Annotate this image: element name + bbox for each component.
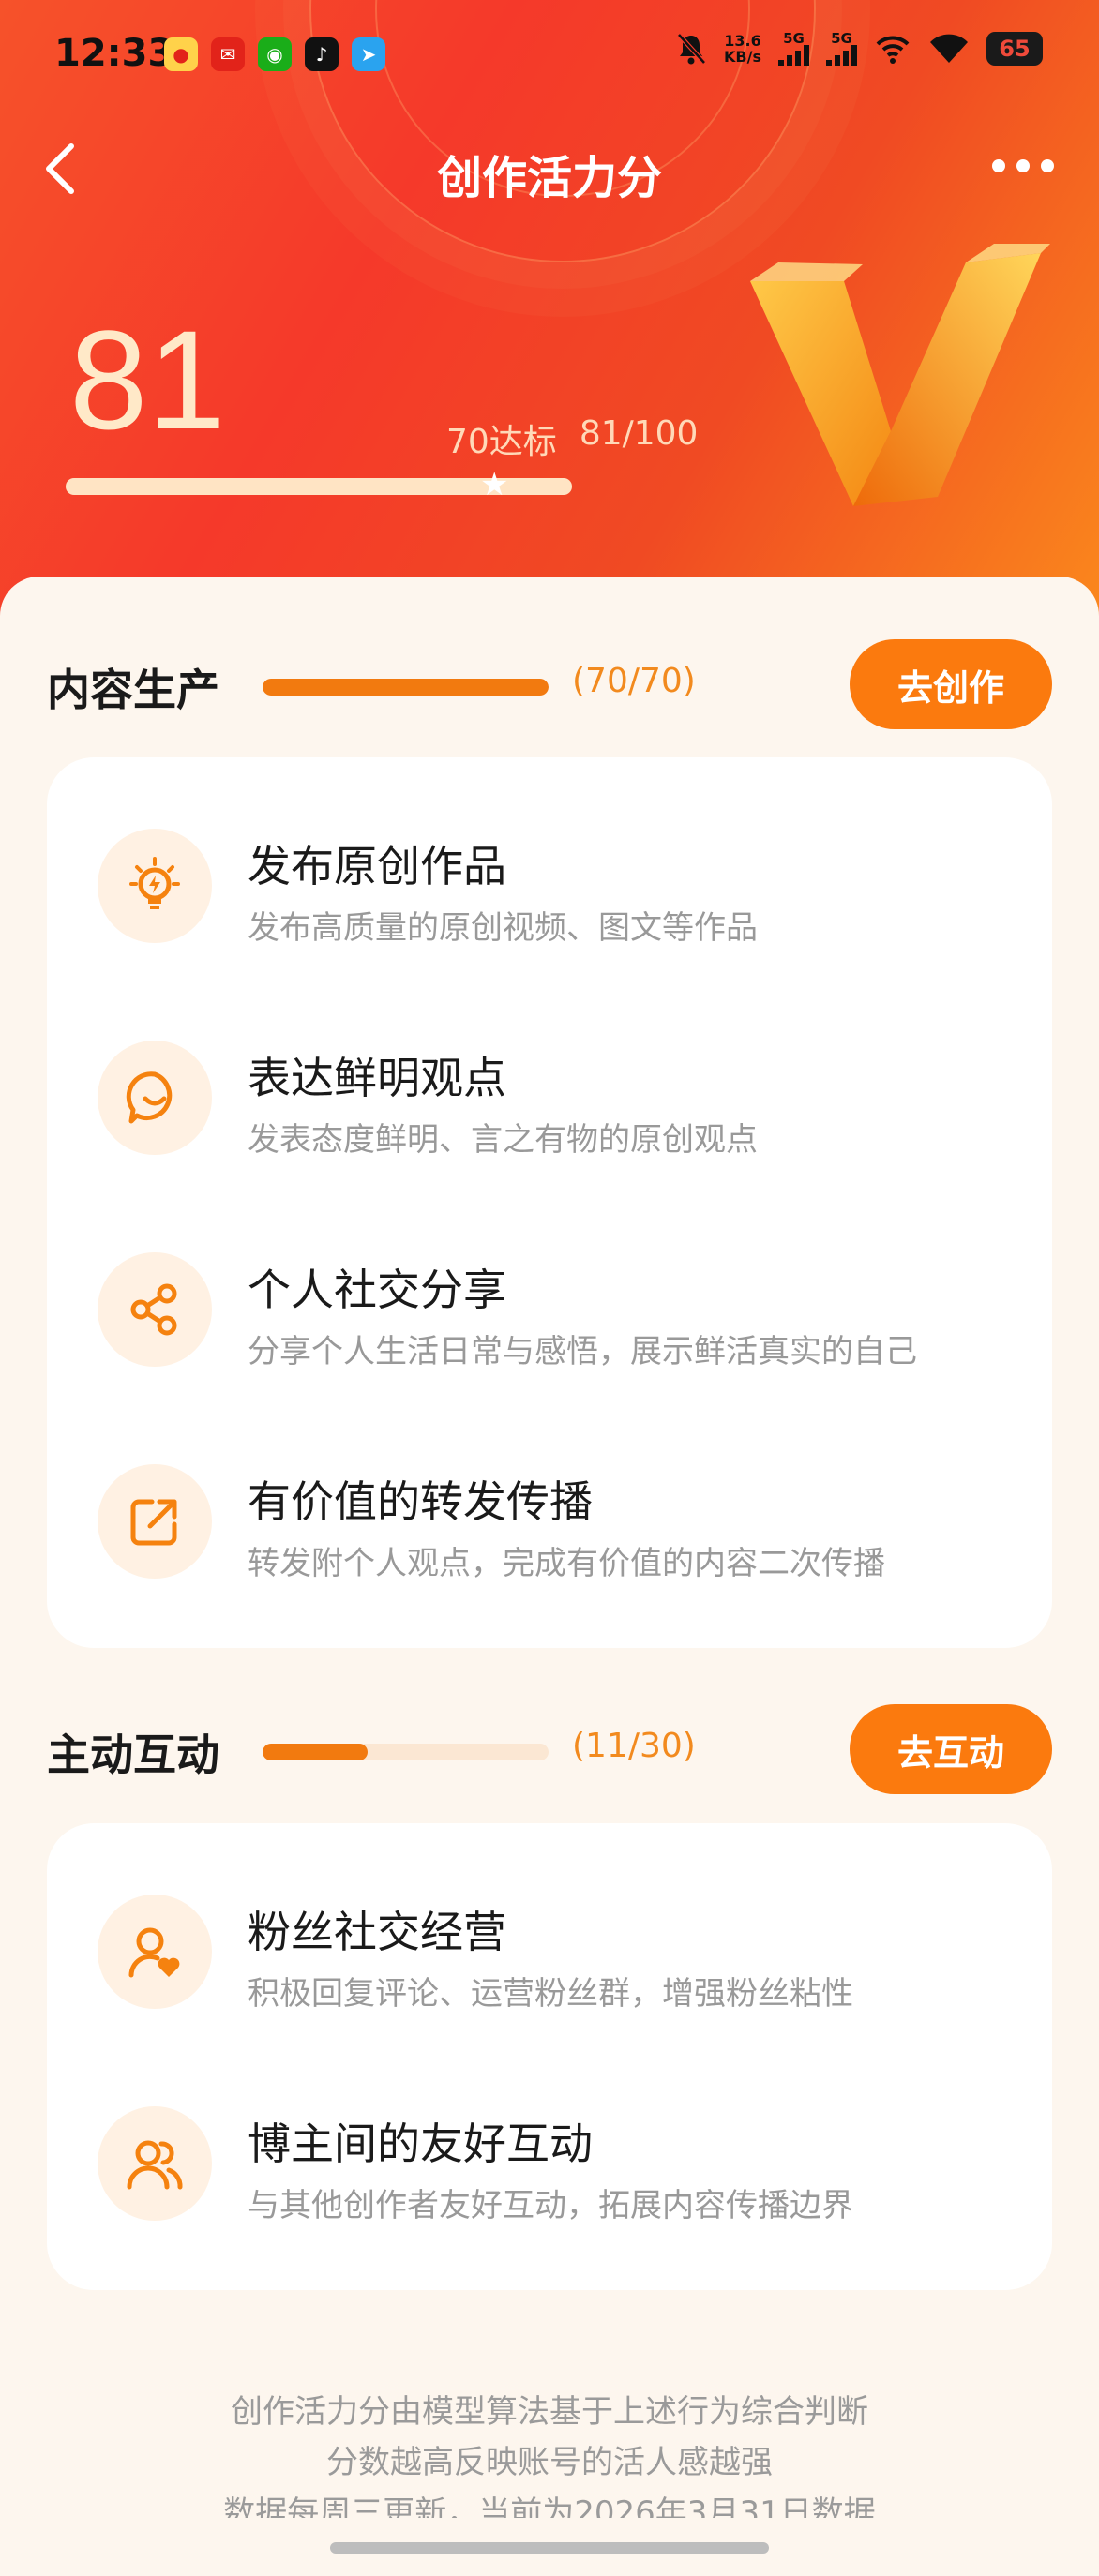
signal-sim1: 5G (778, 32, 809, 66)
weibo-icon: ● (164, 37, 198, 71)
list-item[interactable]: 博主间的友好互动 与其他创作者友好互动，拓展内容传播边界 (47, 2069, 1052, 2256)
net-speed-unit: KB/s (724, 48, 761, 66)
list-item[interactable]: 表达鲜明观点 发表态度鲜明、言之有物的原创观点 (47, 1003, 1052, 1191)
item-desc: 与其他创作者友好互动，拓展内容传播边界 (248, 2187, 853, 2224)
list-item[interactable]: 发布原创作品 发布高质量的原创视频、图文等作品 (47, 791, 1052, 979)
footer-line: 创作活力分由模型算法基于上述行为综合判断 (231, 2393, 868, 2431)
threshold-label: 70达标 (446, 423, 557, 461)
score-value: 81 (69, 301, 226, 458)
more-options-button[interactable] (992, 159, 1054, 172)
home-indicator[interactable] (330, 2542, 769, 2554)
item-desc: 分享个人生活日常与感悟，展示鲜活真实的自己 (248, 1333, 917, 1370)
mail-icon: ✉ (211, 37, 245, 71)
sim2-label: 5G (831, 30, 852, 47)
score-ratio: 81/100 (579, 414, 699, 453)
page-title: 创作活力分 (436, 152, 662, 204)
active-interaction-card: 粉丝社交经营 积极回复评论、运营粉丝群，增强粉丝粘性 博主间的友好互动 与其他创… (47, 1823, 1052, 2290)
item-desc: 发表态度鲜明、言之有物的原创观点 (248, 1121, 758, 1159)
section-active-interaction: 主动互动 (11/30) 去互动 (47, 1704, 1052, 1798)
item-desc: 积极回复评论、运营粉丝群，增强粉丝粘性 (248, 1975, 853, 2013)
threshold-star-icon: ★ (480, 466, 509, 503)
wechat-icon: ◉ (258, 37, 292, 71)
item-title: 发布原创作品 (248, 841, 506, 891)
hero-banner: 12:33 ● ✉ ◉ ♪ ➤ 13.6 KB/s 5G 5G 65 创作活力分… (0, 0, 1099, 656)
section-content-production: 内容生产 (70/70) 去创作 (47, 639, 1052, 733)
section-title: 内容生产 (47, 665, 219, 715)
list-item[interactable]: 个人社交分享 分享个人生活日常与感悟，展示鲜活真实的自己 (47, 1215, 1052, 1402)
sim1-label: 5G (783, 30, 805, 47)
net-speed: 13.6 KB/s (724, 33, 761, 65)
section-title: 主动互动 (47, 1730, 219, 1780)
status-bar: 12:33 ● ✉ ◉ ♪ ➤ 13.6 KB/s 5G 5G 65 (0, 0, 1099, 112)
share-icon (98, 1252, 212, 1367)
forward-icon (98, 1464, 212, 1579)
footer-note: 创作活力分由模型算法基于上述行为综合判断 分数越高反映账号的活人感越强 数据每周… (0, 2387, 1099, 2539)
wifi-icon (930, 34, 968, 63)
user-heart-icon (98, 1895, 212, 2009)
mute-bell-icon (677, 33, 706, 65)
dot (1041, 159, 1054, 172)
system-icons: 13.6 KB/s 5G 5G 65 (675, 32, 1043, 66)
content-production-card: 发布原创作品 发布高质量的原创视频、图文等作品 表达鲜明观点 发表态度鲜明、言之… (47, 757, 1052, 1648)
score-meta: 70达标 81/100 (446, 414, 698, 463)
go-interact-button[interactable]: 去互动 (850, 1704, 1052, 1794)
users-icon (98, 2106, 212, 2221)
item-title: 有价值的转发传播 (248, 1476, 593, 1527)
lightbulb-icon (98, 829, 212, 943)
item-title: 表达鲜明观点 (248, 1053, 506, 1103)
section-progress-fill (263, 1744, 368, 1760)
telegram-icon: ➤ (352, 37, 385, 71)
item-desc: 发布高质量的原创视频、图文等作品 (248, 909, 758, 947)
item-title: 博主间的友好互动 (248, 2119, 593, 2169)
item-title: 粉丝社交经营 (248, 1907, 506, 1957)
notification-app-icons: ● ✉ ◉ ♪ ➤ (164, 37, 385, 71)
section-progress-fill (263, 679, 549, 696)
list-item[interactable]: 有价值的转发传播 转发附个人观点，完成有价值的内容二次传播 (47, 1427, 1052, 1614)
signal-sim2: 5G (826, 32, 857, 66)
section-progress-track (263, 1744, 549, 1760)
signal-icon (826, 45, 857, 66)
v-badge-logo (750, 244, 1050, 506)
battery-indicator: 65 (986, 32, 1043, 66)
section-count: (11/30) (572, 1727, 696, 1765)
go-create-button[interactable]: 去创作 (850, 639, 1052, 729)
net-speed-value: 13.6 (724, 32, 761, 50)
dot (1016, 159, 1030, 172)
section-progress-track (263, 679, 549, 696)
section-count: (70/70) (572, 662, 696, 700)
dot (992, 159, 1005, 172)
chat-smile-icon (98, 1041, 212, 1155)
status-time: 12:33 (54, 32, 174, 75)
tiktok-icon: ♪ (305, 37, 339, 71)
item-title: 个人社交分享 (248, 1265, 506, 1315)
list-item[interactable]: 粉丝社交经营 积极回复评论、运营粉丝群，增强粉丝粘性 (47, 1857, 1052, 2044)
footer-line: 分数越高反映账号的活人感越强 (326, 2444, 773, 2481)
signal-icon (778, 45, 809, 66)
wifi-hotspot-icon (876, 36, 910, 64)
item-desc: 转发附个人观点，完成有价值的内容二次传播 (248, 1545, 885, 1582)
